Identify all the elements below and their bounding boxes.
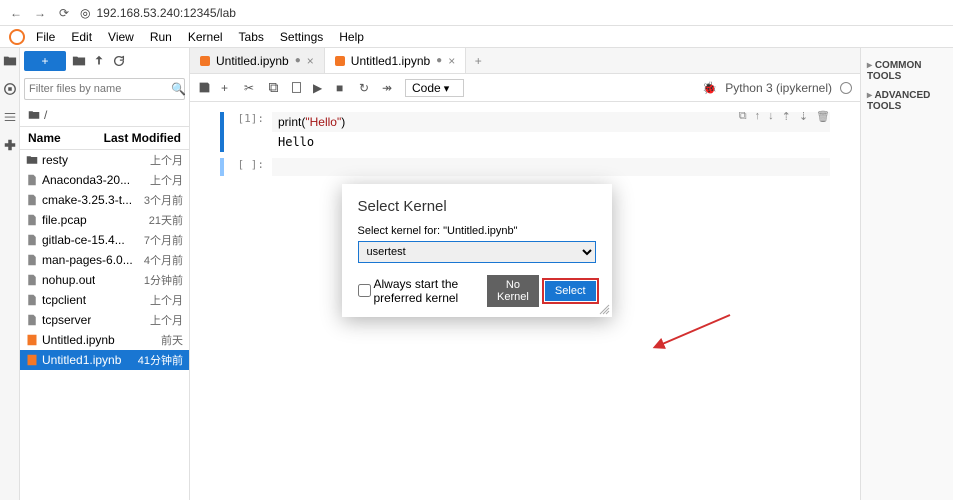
- no-kernel-button[interactable]: No Kernel: [487, 275, 539, 307]
- select-kernel-dialog: Select Kernel Select kernel for: "Untitl…: [342, 184, 612, 317]
- dialog-title: Select Kernel: [358, 198, 596, 215]
- dialog-label: Select kernel for: "Untitled.ipynb": [358, 225, 596, 237]
- modal-overlay: Select Kernel Select kernel for: "Untitl…: [0, 0, 953, 500]
- preferred-kernel-checkbox[interactable]: Always start the preferred kernel: [358, 277, 481, 305]
- resize-handle-icon[interactable]: [598, 303, 610, 315]
- select-button[interactable]: Select: [545, 281, 596, 301]
- kernel-select[interactable]: usertest: [358, 241, 596, 263]
